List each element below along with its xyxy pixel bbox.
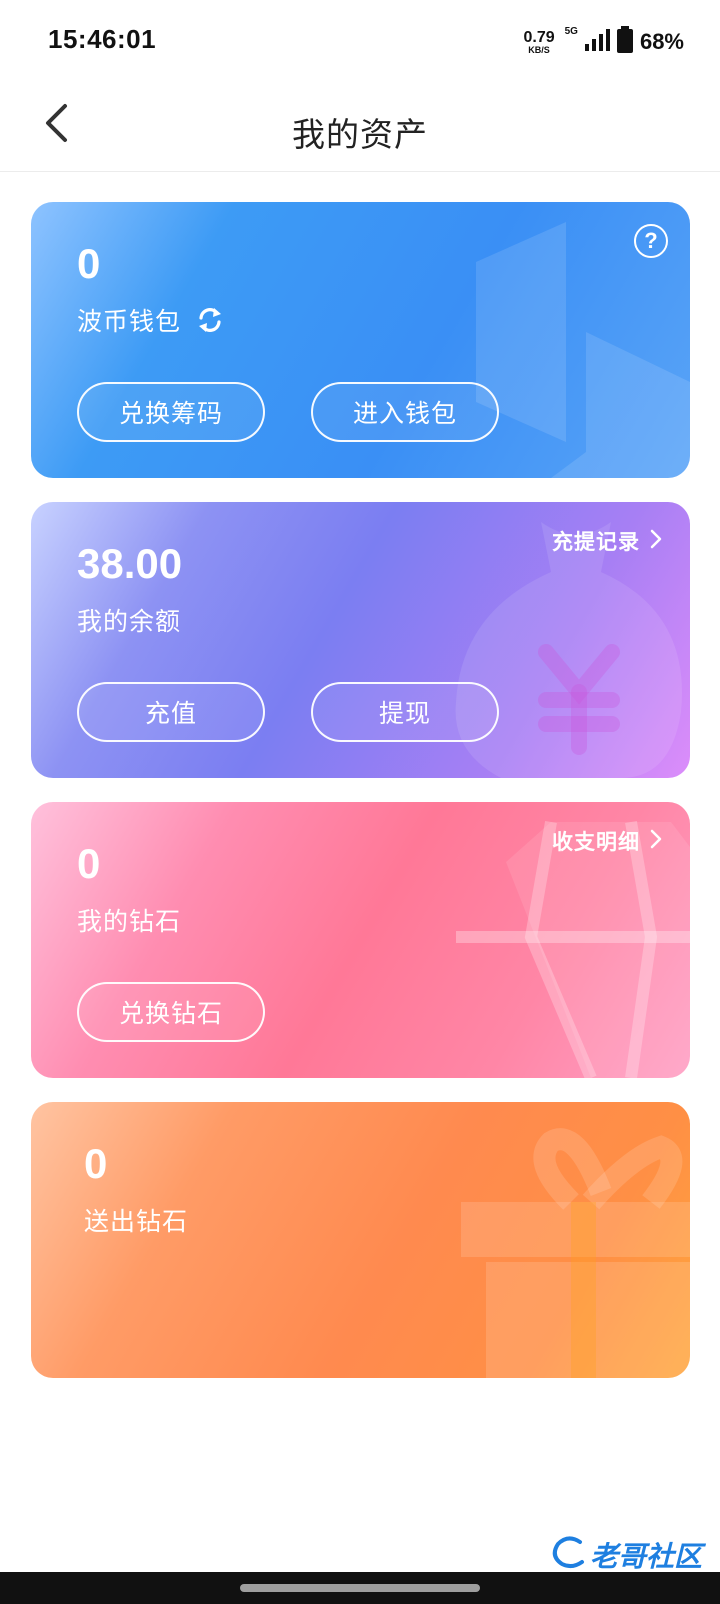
watermark-logo: 老哥社区 bbox=[550, 1534, 702, 1576]
enter-wallet-button[interactable]: 进入钱包 bbox=[311, 382, 499, 442]
wallet-label-row: 波币钱包 bbox=[77, 302, 225, 338]
wallet-amount: 0 bbox=[77, 240, 101, 287]
battery-icon bbox=[616, 26, 634, 58]
sent-diamond-label: 送出钻石 bbox=[84, 1207, 189, 1236]
recharge-button[interactable]: 充值 bbox=[77, 682, 265, 742]
sent-diamonds-card: 0 送出钻石 bbox=[31, 1102, 690, 1378]
battery-percent: 68% bbox=[639, 29, 684, 54]
recharge-withdraw-records-link[interactable]: 充提记录 bbox=[552, 526, 662, 556]
signal-icon bbox=[584, 28, 610, 56]
withdraw-button[interactable]: 提现 bbox=[311, 682, 499, 742]
network-type: 5G bbox=[564, 26, 578, 37]
help-icon[interactable]: ? bbox=[634, 224, 668, 258]
balance-amount: 38.00 bbox=[77, 540, 183, 587]
page-header: 我的资产 bbox=[0, 82, 720, 172]
diamond-card: 收支明细 0 我的钻石 兑换钻石 bbox=[31, 802, 690, 1078]
wallet-label: 波币钱包 bbox=[77, 307, 182, 336]
chevron-right-icon bbox=[650, 829, 662, 854]
wallet-card: ? 0 波币钱包 兑换筹码 进入钱包 bbox=[31, 202, 690, 478]
records-link-label: 充提记录 bbox=[552, 530, 640, 554]
status-icons: 0.79 KB/S 5G 68% bbox=[523, 24, 684, 60]
diamond-amount: 0 bbox=[77, 840, 101, 887]
network-speed-value: 0.79 bbox=[523, 28, 555, 46]
refresh-icon[interactable] bbox=[195, 305, 225, 335]
gift-background-icon bbox=[461, 1128, 690, 1378]
balance-card: 充提记录 38.00 我的余额 充值 提现 bbox=[31, 502, 690, 778]
exchange-chips-button[interactable]: 兑换筹码 bbox=[77, 382, 265, 442]
chevron-right-icon bbox=[650, 529, 662, 554]
network-speed-unit: KB/S bbox=[528, 44, 550, 55]
details-link-label: 收支明细 bbox=[552, 830, 640, 854]
status-time: 15:46:01 bbox=[48, 24, 157, 54]
sent-diamond-amount: 0 bbox=[84, 1140, 108, 1187]
status-bar: 15:46:01 0.79 KB/S 5G 68% bbox=[0, 0, 720, 82]
dragon-logo-icon bbox=[550, 1534, 586, 1577]
home-gesture-handle[interactable] bbox=[240, 1584, 480, 1592]
income-expense-details-link[interactable]: 收支明细 bbox=[552, 826, 662, 856]
diamond-label: 我的钻石 bbox=[77, 907, 182, 936]
exchange-diamonds-button[interactable]: 兑换钻石 bbox=[77, 982, 265, 1042]
watermark-text: 老哥社区 bbox=[589, 1540, 702, 1573]
system-navigation-bar bbox=[0, 1572, 720, 1604]
network-speed: 0.79 KB/S bbox=[523, 28, 555, 55]
page-title: 我的资产 bbox=[292, 115, 428, 154]
balance-label: 我的余额 bbox=[77, 607, 182, 636]
